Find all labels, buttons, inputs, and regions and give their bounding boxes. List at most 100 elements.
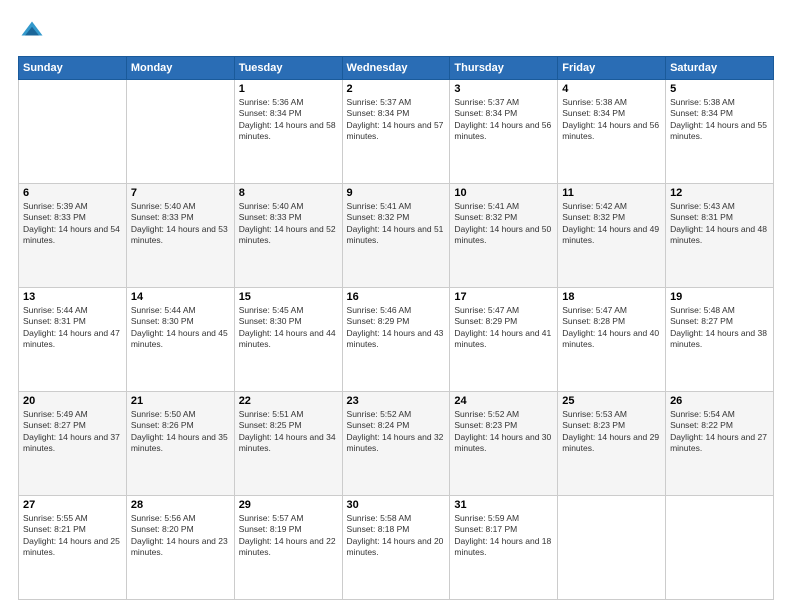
- cell-details: Sunrise: 5:40 AMSunset: 8:33 PMDaylight:…: [239, 201, 338, 247]
- calendar-cell: 26Sunrise: 5:54 AMSunset: 8:22 PMDayligh…: [666, 392, 774, 496]
- day-number: 18: [562, 291, 661, 303]
- calendar-cell: 23 Sunrise: 5:52 AMSunset: 8:24 PMDayligh…: [342, 392, 450, 496]
- cell-details: Sunrise: 5:56 AMSunset: 8:20 PMDaylight:…: [131, 513, 230, 559]
- day-number: 11: [562, 187, 661, 199]
- calendar-cell: [666, 496, 774, 600]
- day-number: 30: [347, 499, 446, 511]
- day-number: 7: [131, 187, 230, 199]
- day-number: 21: [131, 395, 230, 407]
- weekday-header-saturday: Saturday: [666, 57, 774, 80]
- calendar-cell: 16Sunrise: 5:46 AMSunset: 8:29 PMDayligh…: [342, 288, 450, 392]
- calendar-cell: 14 Sunrise: 5:44 AMSunset: 8:30 PMDayligh…: [126, 288, 234, 392]
- day-number: 17: [454, 291, 553, 303]
- cell-details: Sunrise: 5:58 AMSunset: 8:18 PMDaylight:…: [347, 513, 446, 559]
- day-number: 19: [670, 291, 769, 303]
- logo: [18, 18, 50, 46]
- cell-details: Sunrise: 5:38 AMSunset: 8:34 PMDaylight:…: [562, 97, 661, 143]
- calendar-cell: 8 Sunrise: 5:40 AMSunset: 8:33 PMDaylight…: [234, 184, 342, 288]
- calendar-cell: 11 Sunrise: 5:42 AMSunset: 8:32 PMDayligh…: [558, 184, 666, 288]
- week-row-4: 20 Sunrise: 5:49 AMSunset: 8:27 PMDayligh…: [19, 392, 774, 496]
- day-number: 27: [23, 499, 122, 511]
- cell-details: Sunrise: 5:41 AMSunset: 8:32 PMDaylight:…: [347, 201, 446, 247]
- day-number: 26: [670, 395, 769, 407]
- calendar-cell: 7 Sunrise: 5:40 AMSunset: 8:33 PMDaylight…: [126, 184, 234, 288]
- calendar-cell: 13Sunrise: 5:44 AMSunset: 8:31 PMDayligh…: [19, 288, 127, 392]
- day-number: 24: [454, 395, 553, 407]
- cell-details: Sunrise: 5:51 AMSunset: 8:25 PMDaylight:…: [239, 409, 338, 455]
- week-row-2: 6 Sunrise: 5:39 AMSunset: 8:33 PMDaylight…: [19, 184, 774, 288]
- day-number: 5: [670, 83, 769, 95]
- cell-details: Sunrise: 5:49 AMSunset: 8:27 PMDaylight:…: [23, 409, 122, 455]
- day-number: 20: [23, 395, 122, 407]
- cell-details: Sunrise: 5:50 AMSunset: 8:26 PMDaylight:…: [131, 409, 230, 455]
- cell-details: Sunrise: 5:55 AMSunset: 8:21 PMDaylight:…: [23, 513, 122, 559]
- calendar-cell: 21 Sunrise: 5:50 AMSunset: 8:26 PMDayligh…: [126, 392, 234, 496]
- cell-details: Sunrise: 5:44 AMSunset: 8:30 PMDaylight:…: [131, 305, 230, 351]
- day-number: 25: [562, 395, 661, 407]
- day-number: 8: [239, 187, 338, 199]
- cell-details: Sunrise: 5:39 AMSunset: 8:33 PMDaylight:…: [23, 201, 122, 247]
- day-number: 22: [239, 395, 338, 407]
- calendar-cell: 25 Sunrise: 5:53 AMSunset: 8:23 PMDayligh…: [558, 392, 666, 496]
- calendar-cell: 29Sunrise: 5:57 AMSunset: 8:19 PMDayligh…: [234, 496, 342, 600]
- calendar-cell: 6 Sunrise: 5:39 AMSunset: 8:33 PMDaylight…: [19, 184, 127, 288]
- day-number: 4: [562, 83, 661, 95]
- weekday-header-monday: Monday: [126, 57, 234, 80]
- day-number: 31: [454, 499, 553, 511]
- week-row-1: 1Sunrise: 5:36 AMSunset: 8:34 PMDaylight…: [19, 80, 774, 184]
- cell-details: Sunrise: 5:53 AMSunset: 8:23 PMDaylight:…: [562, 409, 661, 455]
- calendar-cell: 27 Sunrise: 5:55 AMSunset: 8:21 PMDayligh…: [19, 496, 127, 600]
- weekday-header-tuesday: Tuesday: [234, 57, 342, 80]
- cell-details: Sunrise: 5:59 AMSunset: 8:17 PMDaylight:…: [454, 513, 553, 559]
- calendar-cell: 3 Sunrise: 5:37 AMSunset: 8:34 PMDaylight…: [450, 80, 558, 184]
- day-number: 10: [454, 187, 553, 199]
- day-number: 16: [347, 291, 446, 303]
- day-number: 28: [131, 499, 230, 511]
- cell-details: Sunrise: 5:36 AMSunset: 8:34 PMDaylight:…: [239, 97, 338, 143]
- day-number: 6: [23, 187, 122, 199]
- cell-details: Sunrise: 5:47 AMSunset: 8:28 PMDaylight:…: [562, 305, 661, 351]
- weekday-header-thursday: Thursday: [450, 57, 558, 80]
- weekday-header-row: SundayMondayTuesdayWednesdayThursdayFrid…: [19, 57, 774, 80]
- cell-details: Sunrise: 5:52 AMSunset: 8:24 PMDaylight:…: [347, 409, 446, 455]
- calendar-cell: 2 Sunrise: 5:37 AMSunset: 8:34 PMDaylight…: [342, 80, 450, 184]
- day-number: 9: [347, 187, 446, 199]
- calendar-cell: [126, 80, 234, 184]
- day-number: 29: [239, 499, 338, 511]
- calendar-cell: 1Sunrise: 5:36 AMSunset: 8:34 PMDaylight…: [234, 80, 342, 184]
- day-number: 2: [347, 83, 446, 95]
- calendar-cell: 30 Sunrise: 5:58 AMSunset: 8:18 PMDayligh…: [342, 496, 450, 600]
- cell-details: Sunrise: 5:37 AMSunset: 8:34 PMDaylight:…: [347, 97, 446, 143]
- week-row-3: 13Sunrise: 5:44 AMSunset: 8:31 PMDayligh…: [19, 288, 774, 392]
- day-number: 23: [347, 395, 446, 407]
- day-number: 15: [239, 291, 338, 303]
- cell-details: Sunrise: 5:37 AMSunset: 8:34 PMDaylight:…: [454, 97, 553, 143]
- calendar-cell: 4 Sunrise: 5:38 AMSunset: 8:34 PMDaylight…: [558, 80, 666, 184]
- calendar-cell: [19, 80, 127, 184]
- calendar-cell: 31 Sunrise: 5:59 AMSunset: 8:17 PMDayligh…: [450, 496, 558, 600]
- day-number: 13: [23, 291, 122, 303]
- weekday-header-sunday: Sunday: [19, 57, 127, 80]
- cell-details: Sunrise: 5:42 AMSunset: 8:32 PMDaylight:…: [562, 201, 661, 247]
- weekday-header-friday: Friday: [558, 57, 666, 80]
- logo-icon: [18, 18, 46, 46]
- day-number: 14: [131, 291, 230, 303]
- calendar-cell: 12Sunrise: 5:43 AMSunset: 8:31 PMDayligh…: [666, 184, 774, 288]
- weekday-header-wednesday: Wednesday: [342, 57, 450, 80]
- page: SundayMondayTuesdayWednesdayThursdayFrid…: [0, 0, 792, 612]
- calendar-cell: 15 Sunrise: 5:45 AMSunset: 8:30 PMDayligh…: [234, 288, 342, 392]
- calendar-cell: 22 Sunrise: 5:51 AMSunset: 8:25 PMDayligh…: [234, 392, 342, 496]
- calendar-cell: 28 Sunrise: 5:56 AMSunset: 8:20 PMDayligh…: [126, 496, 234, 600]
- cell-details: Sunrise: 5:48 AMSunset: 8:27 PMDaylight:…: [670, 305, 769, 351]
- calendar-cell: 9 Sunrise: 5:41 AMSunset: 8:32 PMDaylight…: [342, 184, 450, 288]
- calendar-cell: 20 Sunrise: 5:49 AMSunset: 8:27 PMDayligh…: [19, 392, 127, 496]
- day-number: 3: [454, 83, 553, 95]
- calendar-cell: 17Sunrise: 5:47 AMSunset: 8:29 PMDayligh…: [450, 288, 558, 392]
- calendar-table: SundayMondayTuesdayWednesdayThursdayFrid…: [18, 56, 774, 600]
- header: [18, 18, 774, 46]
- calendar-cell: 24Sunrise: 5:52 AMSunset: 8:23 PMDayligh…: [450, 392, 558, 496]
- cell-details: Sunrise: 5:45 AMSunset: 8:30 PMDaylight:…: [239, 305, 338, 351]
- calendar-cell: 18 Sunrise: 5:47 AMSunset: 8:28 PMDayligh…: [558, 288, 666, 392]
- cell-details: Sunrise: 5:40 AMSunset: 8:33 PMDaylight:…: [131, 201, 230, 247]
- cell-details: Sunrise: 5:41 AMSunset: 8:32 PMDaylight:…: [454, 201, 553, 247]
